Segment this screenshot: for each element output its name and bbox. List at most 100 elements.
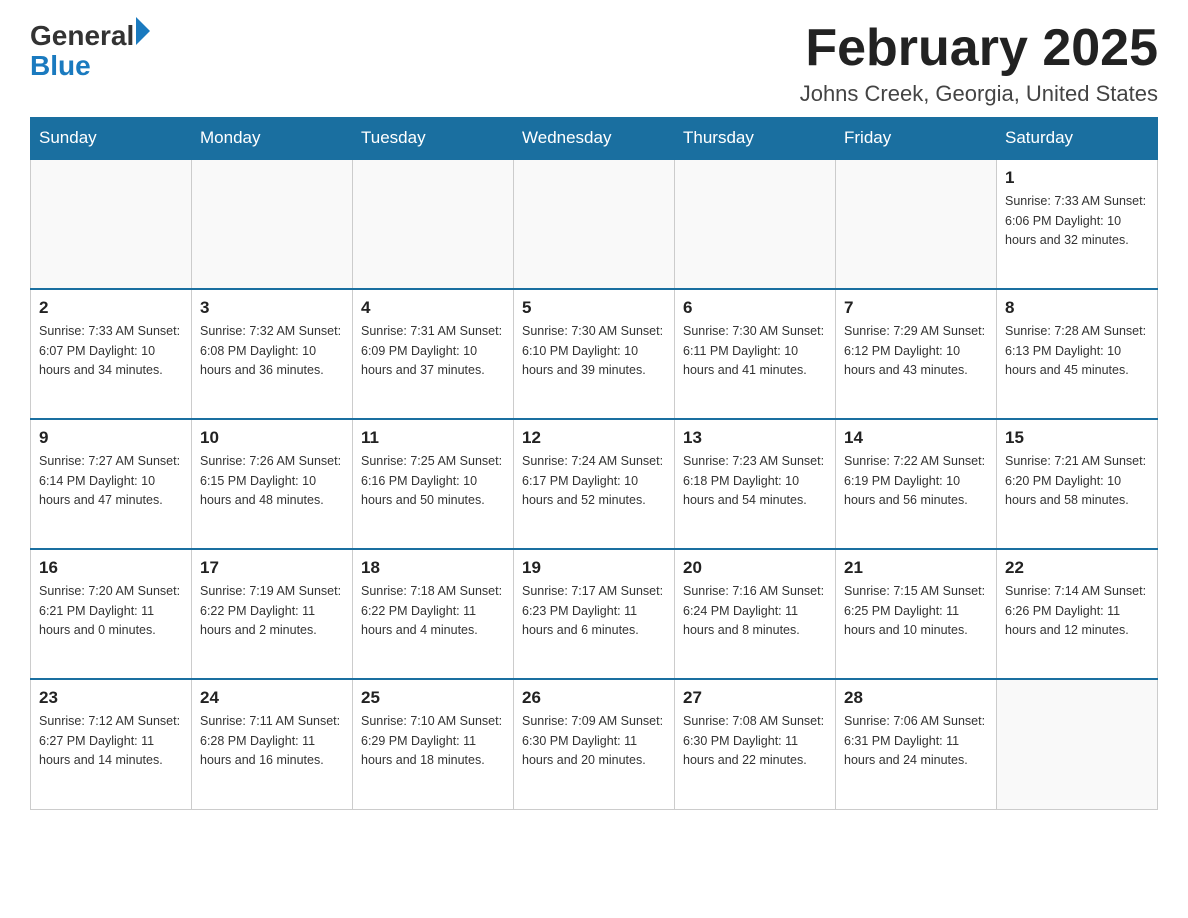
day-number: 11	[361, 428, 505, 448]
calendar-cell	[836, 159, 997, 289]
day-info: Sunrise: 7:33 AM Sunset: 6:07 PM Dayligh…	[39, 322, 183, 380]
title-section: February 2025 Johns Creek, Georgia, Unit…	[800, 20, 1158, 107]
calendar-cell	[353, 159, 514, 289]
calendar-cell: 9 Sunrise: 7:27 AM Sunset: 6:14 PM Daylig…	[31, 419, 192, 549]
calendar-cell: 5 Sunrise: 7:30 AM Sunset: 6:10 PM Daylig…	[514, 289, 675, 419]
page-header: General Blue February 2025 Johns Creek, …	[30, 20, 1158, 107]
calendar-cell: 20 Sunrise: 7:16 AM Sunset: 6:24 PM Dayli…	[675, 549, 836, 679]
day-info: Sunrise: 7:20 AM Sunset: 6:21 PM Dayligh…	[39, 582, 183, 640]
day-info: Sunrise: 7:28 AM Sunset: 6:13 PM Dayligh…	[1005, 322, 1149, 380]
day-info: Sunrise: 7:10 AM Sunset: 6:29 PM Dayligh…	[361, 712, 505, 770]
day-number: 23	[39, 688, 183, 708]
calendar-cell: 19 Sunrise: 7:17 AM Sunset: 6:23 PM Dayli…	[514, 549, 675, 679]
week-row-5: 23 Sunrise: 7:12 AM Sunset: 6:27 PM Dayli…	[31, 679, 1158, 809]
week-row-2: 2Sunrise: 7:33 AM Sunset: 6:07 PM Daylig…	[31, 289, 1158, 419]
day-info: Sunrise: 7:32 AM Sunset: 6:08 PM Dayligh…	[200, 322, 344, 380]
day-info: Sunrise: 7:18 AM Sunset: 6:22 PM Dayligh…	[361, 582, 505, 640]
calendar-cell: 15Sunrise: 7:21 AM Sunset: 6:20 PM Dayli…	[997, 419, 1158, 549]
calendar-cell: 11 Sunrise: 7:25 AM Sunset: 6:16 PM Dayli…	[353, 419, 514, 549]
calendar-cell: 16 Sunrise: 7:20 AM Sunset: 6:21 PM Dayli…	[31, 549, 192, 679]
day-info: Sunrise: 7:24 AM Sunset: 6:17 PM Dayligh…	[522, 452, 666, 510]
day-info: Sunrise: 7:15 AM Sunset: 6:25 PM Dayligh…	[844, 582, 988, 640]
day-number: 21	[844, 558, 988, 578]
calendar-cell: 2Sunrise: 7:33 AM Sunset: 6:07 PM Daylig…	[31, 289, 192, 419]
calendar-cell: 25 Sunrise: 7:10 AM Sunset: 6:29 PM Dayli…	[353, 679, 514, 809]
day-number: 9	[39, 428, 183, 448]
calendar-header-row: SundayMondayTuesdayWednesdayThursdayFrid…	[31, 118, 1158, 160]
day-info: Sunrise: 7:27 AM Sunset: 6:14 PM Dayligh…	[39, 452, 183, 510]
day-info: Sunrise: 7:26 AM Sunset: 6:15 PM Dayligh…	[200, 452, 344, 510]
day-info: Sunrise: 7:09 AM Sunset: 6:30 PM Dayligh…	[522, 712, 666, 770]
weekday-header-saturday: Saturday	[997, 118, 1158, 160]
logo-general-text: General	[30, 20, 134, 52]
weekday-header-thursday: Thursday	[675, 118, 836, 160]
calendar-cell	[997, 679, 1158, 809]
day-number: 26	[522, 688, 666, 708]
calendar-cell: 18 Sunrise: 7:18 AM Sunset: 6:22 PM Dayli…	[353, 549, 514, 679]
day-number: 5	[522, 298, 666, 318]
calendar-cell: 12 Sunrise: 7:24 AM Sunset: 6:17 PM Dayli…	[514, 419, 675, 549]
day-number: 25	[361, 688, 505, 708]
logo: General Blue	[30, 20, 150, 80]
calendar-cell: 17 Sunrise: 7:19 AM Sunset: 6:22 PM Dayli…	[192, 549, 353, 679]
day-info: Sunrise: 7:31 AM Sunset: 6:09 PM Dayligh…	[361, 322, 505, 380]
calendar-table: SundayMondayTuesdayWednesdayThursdayFrid…	[30, 117, 1158, 810]
week-row-1: 1 Sunrise: 7:33 AM Sunset: 6:06 PM Daylig…	[31, 159, 1158, 289]
day-number: 6	[683, 298, 827, 318]
day-info: Sunrise: 7:11 AM Sunset: 6:28 PM Dayligh…	[200, 712, 344, 770]
day-number: 10	[200, 428, 344, 448]
day-info: Sunrise: 7:12 AM Sunset: 6:27 PM Dayligh…	[39, 712, 183, 770]
day-info: Sunrise: 7:22 AM Sunset: 6:19 PM Dayligh…	[844, 452, 988, 510]
day-number: 12	[522, 428, 666, 448]
day-number: 1	[1005, 168, 1149, 188]
weekday-header-wednesday: Wednesday	[514, 118, 675, 160]
day-number: 19	[522, 558, 666, 578]
day-info: Sunrise: 7:16 AM Sunset: 6:24 PM Dayligh…	[683, 582, 827, 640]
day-info: Sunrise: 7:25 AM Sunset: 6:16 PM Dayligh…	[361, 452, 505, 510]
day-info: Sunrise: 7:30 AM Sunset: 6:10 PM Dayligh…	[522, 322, 666, 380]
calendar-cell: 10 Sunrise: 7:26 AM Sunset: 6:15 PM Dayli…	[192, 419, 353, 549]
day-number: 4	[361, 298, 505, 318]
day-number: 13	[683, 428, 827, 448]
day-number: 3	[200, 298, 344, 318]
day-info: Sunrise: 7:19 AM Sunset: 6:22 PM Dayligh…	[200, 582, 344, 640]
day-info: Sunrise: 7:17 AM Sunset: 6:23 PM Dayligh…	[522, 582, 666, 640]
day-info: Sunrise: 7:30 AM Sunset: 6:11 PM Dayligh…	[683, 322, 827, 380]
calendar-cell: 3 Sunrise: 7:32 AM Sunset: 6:08 PM Daylig…	[192, 289, 353, 419]
weekday-header-tuesday: Tuesday	[353, 118, 514, 160]
day-number: 17	[200, 558, 344, 578]
day-number: 20	[683, 558, 827, 578]
day-number: 8	[1005, 298, 1149, 318]
calendar-cell: 7 Sunrise: 7:29 AM Sunset: 6:12 PM Daylig…	[836, 289, 997, 419]
calendar-cell	[675, 159, 836, 289]
day-number: 18	[361, 558, 505, 578]
calendar-cell: 14 Sunrise: 7:22 AM Sunset: 6:19 PM Dayli…	[836, 419, 997, 549]
month-title: February 2025	[800, 20, 1158, 77]
calendar-cell: 4 Sunrise: 7:31 AM Sunset: 6:09 PM Daylig…	[353, 289, 514, 419]
day-number: 15	[1005, 428, 1149, 448]
weekday-header-friday: Friday	[836, 118, 997, 160]
logo-arrow-icon	[136, 17, 150, 45]
calendar-cell	[514, 159, 675, 289]
calendar-cell: 28Sunrise: 7:06 AM Sunset: 6:31 PM Dayli…	[836, 679, 997, 809]
day-info: Sunrise: 7:14 AM Sunset: 6:26 PM Dayligh…	[1005, 582, 1149, 640]
location-text: Johns Creek, Georgia, United States	[800, 81, 1158, 107]
day-number: 7	[844, 298, 988, 318]
logo-blue-text: Blue	[30, 52, 91, 80]
calendar-cell: 8 Sunrise: 7:28 AM Sunset: 6:13 PM Daylig…	[997, 289, 1158, 419]
weekday-header-monday: Monday	[192, 118, 353, 160]
day-number: 16	[39, 558, 183, 578]
day-info: Sunrise: 7:23 AM Sunset: 6:18 PM Dayligh…	[683, 452, 827, 510]
week-row-4: 16 Sunrise: 7:20 AM Sunset: 6:21 PM Dayli…	[31, 549, 1158, 679]
calendar-cell: 24Sunrise: 7:11 AM Sunset: 6:28 PM Dayli…	[192, 679, 353, 809]
day-info: Sunrise: 7:06 AM Sunset: 6:31 PM Dayligh…	[844, 712, 988, 770]
calendar-cell: 1 Sunrise: 7:33 AM Sunset: 6:06 PM Daylig…	[997, 159, 1158, 289]
day-number: 22	[1005, 558, 1149, 578]
day-info: Sunrise: 7:29 AM Sunset: 6:12 PM Dayligh…	[844, 322, 988, 380]
calendar-cell: 23 Sunrise: 7:12 AM Sunset: 6:27 PM Dayli…	[31, 679, 192, 809]
calendar-cell: 27Sunrise: 7:08 AM Sunset: 6:30 PM Dayli…	[675, 679, 836, 809]
day-number: 14	[844, 428, 988, 448]
calendar-cell: 21 Sunrise: 7:15 AM Sunset: 6:25 PM Dayli…	[836, 549, 997, 679]
calendar-cell: 6 Sunrise: 7:30 AM Sunset: 6:11 PM Daylig…	[675, 289, 836, 419]
day-info: Sunrise: 7:33 AM Sunset: 6:06 PM Dayligh…	[1005, 192, 1149, 250]
